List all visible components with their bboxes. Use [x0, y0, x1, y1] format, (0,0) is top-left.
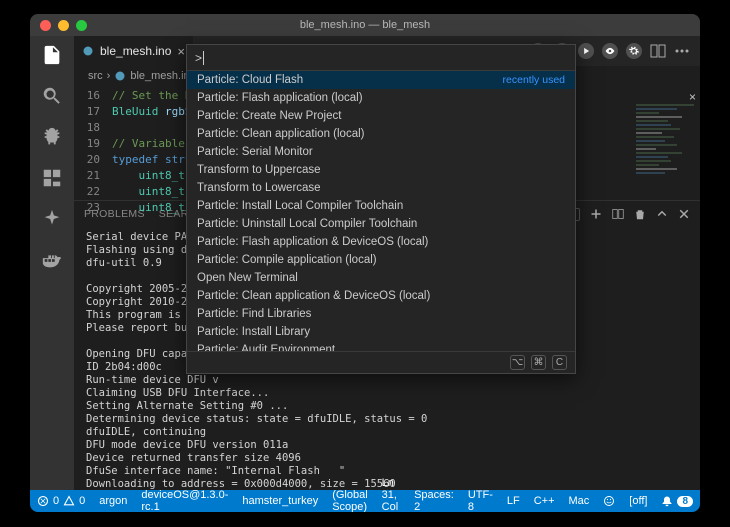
command-palette-item[interactable]: Particle: Flash application & DeviceOS (… — [187, 233, 575, 251]
cpp-file-icon — [82, 45, 94, 57]
error-icon — [37, 495, 49, 507]
files-icon — [41, 44, 63, 66]
command-palette: > Particle: Cloud Flashrecently usedPart… — [186, 44, 576, 374]
status-spaces[interactable]: Spaces: 2 — [407, 490, 461, 512]
bell-icon — [661, 495, 673, 507]
status-lang[interactable]: C++ — [527, 490, 562, 512]
activity-particle[interactable] — [41, 208, 63, 233]
titlebar: ble_mesh.ino — ble_mesh — [30, 14, 700, 36]
warning-icon — [63, 495, 75, 507]
action-view[interactable] — [602, 43, 618, 59]
activity-extensions[interactable] — [41, 167, 63, 192]
command-palette-item[interactable]: Particle: Serial Monitor — [187, 143, 575, 161]
close-panel-icon[interactable] — [678, 208, 690, 220]
minimize-window-button[interactable] — [58, 20, 69, 31]
status-feedback[interactable] — [596, 490, 622, 512]
breadcrumb-folder[interactable]: src — [88, 70, 103, 82]
docker-icon — [41, 249, 63, 271]
command-palette-prompt: > — [195, 51, 202, 65]
line-gutter: 16 17 18 19 20 21 22 23 — [74, 86, 108, 216]
editor-tab[interactable]: ble_mesh.ino × — [74, 36, 193, 66]
activity-bar — [30, 36, 74, 490]
search-icon — [41, 85, 63, 107]
status-encoding[interactable]: UTF-8 — [461, 490, 500, 512]
zoom-window-button[interactable] — [76, 20, 87, 31]
command-palette-item[interactable]: Transform to Uppercase — [187, 161, 575, 179]
extensions-icon — [41, 167, 63, 189]
command-palette-item[interactable]: Particle: Install Library — [187, 323, 575, 341]
command-palette-item[interactable]: Particle: Cloud Flashrecently used — [187, 71, 575, 89]
status-bell[interactable]: 8 — [654, 490, 700, 512]
activity-debug[interactable] — [41, 126, 63, 151]
editor-tab-label: ble_mesh.ino — [100, 44, 171, 58]
close-window-button[interactable] — [40, 20, 51, 31]
cpp-file-icon — [114, 70, 126, 82]
chevron-up-icon[interactable] — [656, 208, 668, 220]
status-deviceos[interactable]: deviceOS@1.3.0-rc.1 — [134, 490, 235, 512]
command-palette-item[interactable]: Open New Terminal — [187, 269, 575, 287]
status-eol[interactable]: LF — [500, 490, 527, 512]
split-icon[interactable] — [650, 43, 666, 59]
smile-icon — [603, 495, 615, 507]
command-palette-item[interactable]: Particle: Uninstall Local Compiler Toolc… — [187, 215, 575, 233]
kbd-letter: C — [552, 355, 567, 370]
command-palette-item[interactable]: Particle: Clean application & DeviceOS (… — [187, 287, 575, 305]
command-palette-item[interactable]: Particle: Clean application (local) — [187, 125, 575, 143]
activity-search[interactable] — [41, 85, 63, 110]
breadcrumb-sep-icon: › — [107, 70, 111, 82]
more-icon[interactable] — [674, 43, 690, 59]
activity-docker[interactable] — [41, 249, 63, 274]
command-palette-list: Particle: Cloud Flashrecently usedPartic… — [187, 71, 575, 351]
command-palette-item[interactable]: Particle: Compile application (local) — [187, 251, 575, 269]
command-palette-item[interactable]: Particle: Find Libraries — [187, 305, 575, 323]
status-cursor[interactable]: Ln 31, Col 1 — [375, 490, 407, 512]
keybinding-hint: ⌥ ⌘ C — [187, 351, 575, 373]
command-palette-item[interactable]: Transform to Lowercase — [187, 179, 575, 197]
kbd-option-icon: ⌥ — [510, 355, 525, 370]
window-controls — [30, 20, 87, 31]
status-power[interactable]: [off] — [622, 490, 654, 512]
status-device[interactable]: argon — [92, 490, 134, 512]
spark-icon — [41, 208, 63, 230]
split-panel-icon[interactable] — [612, 208, 624, 220]
activity-explorer[interactable] — [41, 44, 63, 69]
status-os[interactable]: Mac — [562, 490, 597, 512]
action-debug[interactable] — [578, 43, 594, 59]
command-palette-item[interactable]: Particle: Create New Project — [187, 107, 575, 125]
eye-icon — [605, 46, 615, 56]
plus-icon[interactable] — [590, 208, 602, 220]
action-settings[interactable] — [626, 43, 642, 59]
command-palette-item[interactable]: Particle: Audit Environment — [187, 341, 575, 351]
command-palette-input[interactable]: > — [187, 45, 575, 71]
minimap[interactable]: × — [630, 86, 700, 200]
bug-icon — [41, 126, 63, 148]
gear-icon — [629, 46, 639, 56]
close-diff-button[interactable]: × — [689, 90, 696, 104]
kbd-command-icon: ⌘ — [531, 355, 546, 370]
trash-icon[interactable] — [634, 208, 646, 220]
command-palette-item[interactable]: Particle: Flash application (local) — [187, 89, 575, 107]
window-title: ble_mesh.ino — ble_mesh — [30, 19, 700, 31]
status-target[interactable]: hamster_turkey — [235, 490, 325, 512]
close-tab-button[interactable]: × — [177, 44, 185, 59]
status-errors[interactable]: 0 0 — [30, 490, 92, 512]
status-bar: 0 0 argon deviceOS@1.3.0-rc.1 hamster_tu… — [30, 490, 700, 512]
play-bug-icon — [581, 46, 591, 56]
status-scope[interactable]: (Global Scope) — [325, 490, 374, 512]
app-window: ble_mesh.ino — ble_mesh — [30, 14, 700, 512]
command-palette-item[interactable]: Particle: Install Local Compiler Toolcha… — [187, 197, 575, 215]
